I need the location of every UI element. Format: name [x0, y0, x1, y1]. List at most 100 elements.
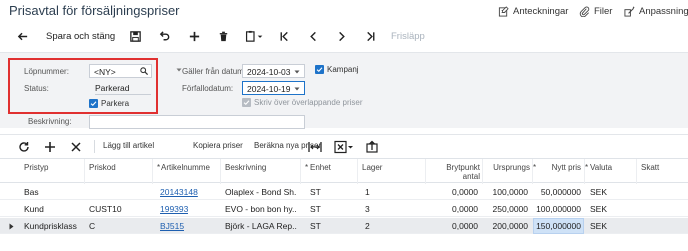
delete-row-icon[interactable] — [70, 141, 82, 153]
table-row-selected[interactable]: Kundprisklass C BJ515 Björk - LAGA Rep..… — [0, 218, 688, 234]
highlight-box — [8, 58, 158, 114]
col-nytt-pris[interactable]: Nytt pris — [538, 163, 581, 172]
price-grid: Pristyp Priskod * Artikelnumme Beskrivni… — [0, 158, 688, 251]
chevron-down-icon[interactable] — [294, 86, 300, 92]
col-nytt-pris-asterisk: * — [533, 163, 537, 172]
column-divider — [636, 159, 637, 184]
cell-ursprung: 100,0000 — [492, 187, 528, 197]
col-beskrivning[interactable]: Beskrivning — [225, 163, 266, 172]
next-record-icon[interactable] — [334, 29, 348, 43]
customize-label: Anpassning — [639, 6, 688, 17]
refresh-icon[interactable] — [18, 141, 30, 153]
cell-brytpunkt: 0,0000 — [452, 204, 478, 214]
table-row[interactable]: Bas 20143148 Olaplex - Bond Sh... ST 1 0… — [0, 184, 688, 200]
add-icon[interactable] — [187, 29, 201, 43]
files-label: Filer — [594, 6, 613, 17]
cell-pristyp: Kundprisklass — [24, 221, 77, 231]
back-arrow-icon[interactable] — [15, 29, 29, 43]
col-artikel-asterisk: * — [157, 163, 161, 172]
cell-pristyp: Kund — [24, 204, 44, 214]
kampanj-checkbox[interactable] — [315, 65, 324, 74]
cell-ursprung: 200,0000 — [492, 221, 528, 231]
notes-icon — [498, 6, 509, 17]
col-valuta[interactable]: Valuta — [590, 163, 612, 172]
files-link[interactable]: Filer — [579, 6, 612, 17]
beskrivning-field[interactable] — [89, 115, 305, 129]
cell-beskrivning: EVO - bon bon hy... — [225, 204, 297, 214]
cell-beskrivning: Björk - LAGA Rep... — [225, 221, 297, 231]
customize-link[interactable]: Anpassning — [624, 6, 688, 17]
grid-toolbar: Lägg till artikel Kopiera priser Beräkna… — [0, 134, 688, 158]
cell-brytpunkt: 0,0000 — [452, 187, 478, 197]
cell-lager: 2 — [365, 221, 370, 231]
chevron-down-icon[interactable] — [294, 69, 300, 75]
galler-date-value: 2024-10-03 — [247, 67, 291, 77]
col-brytpunkt-line1: Brytpunkt — [446, 163, 480, 172]
save-icon[interactable] — [128, 29, 142, 43]
cell-priskod: CUST10 — [89, 204, 122, 214]
cell-valuta: SEK — [590, 187, 608, 197]
kampanj-label: Kampanj — [327, 65, 359, 74]
cell-lager: 1 — [365, 187, 370, 197]
skriv-over-label: Skriv över överlappande priser — [254, 98, 363, 107]
notes-link[interactable]: Anteckningar — [498, 6, 568, 17]
forfallo-date-value: 2024-10-19 — [247, 84, 291, 94]
copy-prices-button[interactable]: Kopiera priser — [193, 141, 243, 150]
paperclip-icon — [579, 6, 590, 17]
cell-valuta: SEK — [590, 204, 608, 214]
col-valuta-asterisk: * — [585, 163, 589, 172]
undo-icon[interactable] — [157, 29, 171, 43]
last-record-icon[interactable] — [363, 29, 377, 43]
first-record-icon[interactable] — [277, 29, 291, 43]
cell-lager: 3 — [365, 204, 370, 214]
previous-record-icon[interactable] — [306, 29, 320, 43]
col-brytpunkt-line2: antal — [462, 172, 480, 181]
save-close-button[interactable]: Spara och stäng — [46, 31, 115, 42]
main-toolbar: Spara och stäng Frisläpp — [0, 24, 688, 50]
cell-artikel-link[interactable]: 199393 — [160, 204, 188, 214]
col-ursprung[interactable]: Ursprungs — [485, 163, 530, 172]
add-article-button[interactable]: Lägg till artikel — [103, 141, 154, 150]
table-row[interactable]: Kund CUST10 199393 EVO - bon bon hy... S… — [0, 201, 688, 217]
beskrivning-label: Beskrivning: — [28, 117, 72, 126]
fit-columns-icon[interactable] — [308, 141, 322, 153]
column-divider — [482, 159, 483, 184]
notes-label: Anteckningar — [513, 6, 569, 17]
upload-icon[interactable] — [366, 140, 378, 153]
cell-nytt-pris-active[interactable]: 150,000000 — [535, 221, 581, 231]
export-dropdown-icon[interactable] — [334, 140, 354, 154]
col-pristyp[interactable]: Pristyp — [24, 163, 48, 172]
cell-artikel-link[interactable]: BJ515 — [160, 221, 184, 231]
column-divider — [357, 159, 358, 184]
customize-icon — [624, 6, 635, 17]
column-divider — [84, 159, 85, 184]
column-divider — [220, 159, 221, 184]
column-divider — [425, 159, 426, 184]
cell-valuta: SEK — [590, 221, 608, 231]
cell-artikel-link[interactable]: 20143148 — [160, 187, 198, 197]
cell-brytpunkt: 0,0000 — [452, 221, 478, 231]
page-title: Prisavtal för försäljningspriser — [9, 3, 180, 18]
col-skatt[interactable]: Skatt — [641, 163, 659, 172]
forfallo-label: Förfallodatum: — [182, 84, 234, 93]
row-pointer-icon — [9, 223, 14, 230]
skriv-over-checkbox[interactable] — [242, 98, 251, 107]
cell-beskrivning: Olaplex - Bond Sh... — [225, 187, 297, 197]
delete-icon[interactable] — [216, 29, 230, 43]
col-enhet[interactable]: Enhet — [310, 163, 331, 172]
cell-nytt-pris: 50,000000 — [540, 187, 581, 197]
column-divider — [532, 159, 533, 184]
copy-paste-dropdown-icon[interactable] — [244, 29, 264, 43]
col-priskod[interactable]: Priskod — [89, 163, 116, 172]
cell-enhet: ST — [310, 221, 321, 231]
grid-header: Pristyp Priskod * Artikelnumme Beskrivni… — [0, 158, 688, 184]
col-brytpunkt[interactable]: Brytpunkt antal — [430, 163, 480, 181]
toolbar-separator — [94, 140, 95, 153]
col-lager[interactable]: Lager — [362, 163, 382, 172]
cell-ursprung: 250,0000 — [492, 204, 528, 214]
column-divider — [152, 159, 153, 184]
cell-enhet: ST — [310, 204, 321, 214]
add-row-icon[interactable] — [44, 141, 56, 153]
col-artikelnummer[interactable]: Artikelnumme — [161, 163, 210, 172]
release-button[interactable]: Frisläpp — [391, 31, 425, 42]
